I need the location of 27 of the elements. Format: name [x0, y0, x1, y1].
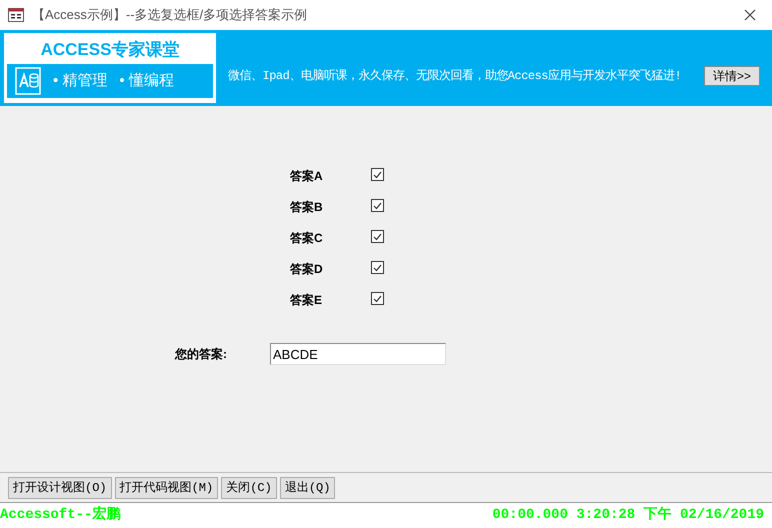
logo-tagline: • 精管理 [53, 70, 108, 91]
answer-field[interactable]: ABCDE [270, 343, 446, 365]
checkbox[interactable] [371, 168, 384, 181]
option-label: 答案C [290, 230, 324, 246]
option-label: 答案D [290, 261, 324, 277]
option-label: 答案B [290, 199, 324, 215]
option-label: 答案E [290, 292, 324, 308]
toolbar-button[interactable]: 退出(Q) [280, 476, 336, 498]
toolbar-button[interactable]: 打开设计视图(O) [8, 476, 112, 498]
status-left: Accessoft--宏鹏 [0, 505, 120, 525]
answer-label: 您的答案: [175, 346, 228, 363]
database-icon [15, 67, 41, 95]
toolbar-button[interactable]: 打开代码视图(M) [114, 476, 218, 498]
option-label: 答案A [290, 168, 324, 184]
checkbox[interactable] [371, 292, 384, 305]
details-button[interactable]: 详情>> [704, 66, 760, 86]
logo-title: ACCESS专家课堂 [40, 39, 180, 61]
slogan: 微信、Ipad、电脑听课，永久保存、无限次回看，助您Access应用与开发水平突飞猛进! [228, 68, 682, 85]
checkbox[interactable] [371, 199, 384, 212]
status-clock: 00:00.000 3:20:28 下午 02/16/2019 [492, 506, 764, 525]
form-icon [8, 8, 24, 22]
checkbox[interactable] [371, 261, 384, 274]
logo-tagline: • 懂编程 [119, 70, 174, 91]
checkbox[interactable] [371, 230, 384, 243]
window-title: 【Access示例】--多选复选框/多项选择答案示例 [32, 6, 308, 24]
close-icon[interactable] [744, 9, 756, 21]
toolbar-button[interactable]: 关闭(C) [221, 476, 277, 498]
